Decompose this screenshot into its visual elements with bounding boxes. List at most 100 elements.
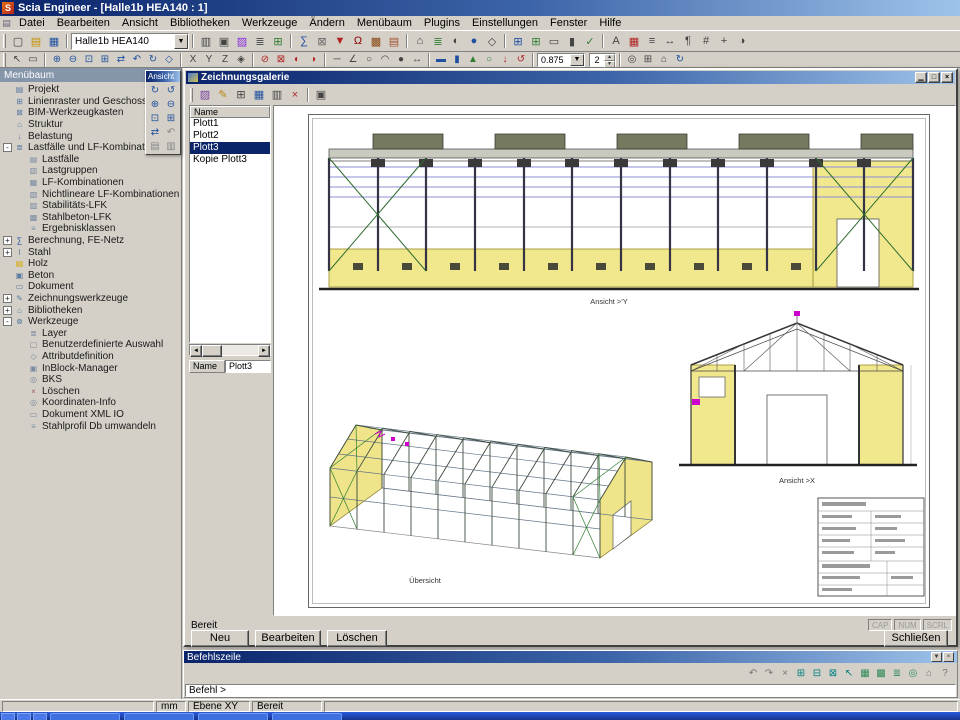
open-icon[interactable]: ▤ xyxy=(27,33,45,50)
minimize-button[interactable]: ▁ xyxy=(915,72,927,83)
perspective-icon[interactable]: ◇ xyxy=(161,53,177,67)
fe-mesh-icon[interactable]: ⊠ xyxy=(313,33,331,50)
zoom-in-icon[interactable]: ⊕ xyxy=(147,97,163,111)
new-button[interactable]: Neu xyxy=(191,630,249,647)
visibility-icon[interactable]: ● xyxy=(465,33,483,50)
ansicht-palette-title[interactable]: Ansicht xyxy=(146,71,180,82)
polyline-icon[interactable]: ∠ xyxy=(345,53,361,67)
line-icon[interactable]: ─ xyxy=(329,53,345,67)
toolbar-grip[interactable] xyxy=(3,53,6,67)
tree-item[interactable]: ▤ Holz xyxy=(0,258,181,270)
menu-item[interactable]: Hilfe xyxy=(593,17,627,29)
tree-item[interactable]: + I Stahl xyxy=(0,246,181,258)
taskbar-button[interactable] xyxy=(198,713,268,720)
node-icon[interactable]: ● xyxy=(393,53,409,67)
concrete-check-icon[interactable]: ▩ xyxy=(367,33,385,50)
spinner-down-icon[interactable]: ▼ xyxy=(604,61,615,68)
view-x-icon[interactable]: X xyxy=(185,53,201,67)
point-load-icon[interactable]: ↓ xyxy=(497,53,513,67)
invert-selection-icon[interactable]: ⊠ xyxy=(825,666,841,681)
member-icon[interactable]: ▬ xyxy=(433,53,449,67)
check-icon[interactable]: ✓ xyxy=(581,33,599,50)
tree-item[interactable]: ▣ InBlock-Manager xyxy=(0,362,181,374)
redo-icon[interactable]: ↷ xyxy=(761,666,777,681)
previous-view-icon[interactable]: ↶ xyxy=(129,53,145,67)
select-rect-icon[interactable]: ▭ xyxy=(25,53,41,67)
tree-item[interactable]: ≣ Layer xyxy=(0,327,181,339)
menu-item[interactable]: Fenster xyxy=(544,17,593,29)
menu-item[interactable]: Plugins xyxy=(418,17,466,29)
close-button[interactable]: Schließen xyxy=(884,630,948,647)
zoom-all-icon[interactable]: ⊞ xyxy=(97,53,113,67)
menu-item[interactable]: Ändern xyxy=(303,17,350,29)
spinner-up-icon[interactable]: ▲ xyxy=(604,54,615,61)
tree-expand-toggle[interactable]: - xyxy=(3,317,12,326)
delete-picture-icon[interactable]: × xyxy=(286,86,304,103)
color-icon[interactable]: ▦ xyxy=(625,33,643,50)
view-z-icon[interactable]: Z xyxy=(217,53,233,67)
refresh-icon[interactable]: ↻ xyxy=(672,53,688,67)
close-button[interactable]: × xyxy=(941,72,953,83)
print-picture-icon[interactable]: ▥ xyxy=(268,86,286,103)
pan-icon[interactable]: ⇄ xyxy=(113,53,129,67)
edit-button[interactable]: Bearbeiten xyxy=(255,630,321,647)
gallery-list-item[interactable]: Plott1 xyxy=(190,118,270,130)
tree-item[interactable]: ▭ Dokument XML IO xyxy=(0,409,181,421)
previous-selection-icon[interactable]: ↖ xyxy=(841,666,857,681)
redraw-icon[interactable]: ↻ xyxy=(145,53,161,67)
undo-icon[interactable]: ↶ xyxy=(745,666,761,681)
table-composer-icon[interactable]: ⊞ xyxy=(269,33,287,50)
project-combo[interactable]: Halle1b HEA140 ▼ xyxy=(71,33,189,50)
zoom-window-icon[interactable]: ⊡ xyxy=(81,53,97,67)
help-icon[interactable]: ? xyxy=(937,666,953,681)
surface-render-icon[interactable]: ◐ xyxy=(289,53,305,67)
timber-check-icon[interactable]: ▤ xyxy=(385,33,403,50)
tree-item[interactable]: ▧ Nichtlineare LF-Kombinationen xyxy=(0,188,181,200)
toolbar-grip[interactable] xyxy=(190,88,193,102)
calculation-icon[interactable]: ∑ xyxy=(295,33,313,50)
taskbar-button[interactable] xyxy=(50,713,120,720)
tree-item[interactable]: ▦ LF-Kombinationen xyxy=(0,177,181,189)
save-icon[interactable]: ▦ xyxy=(45,33,63,50)
scale-combo[interactable]: 0.875 ▼ xyxy=(537,53,585,67)
save-picture-icon[interactable]: ▦ xyxy=(250,86,268,103)
document-icon[interactable]: ≣ xyxy=(251,33,269,50)
steel-check-icon[interactable]: Ω xyxy=(349,33,367,50)
line-style-icon[interactable]: ≡ xyxy=(643,33,661,50)
edit-picture-icon[interactable]: ✎ xyxy=(214,86,232,103)
tree-item[interactable]: - ⊗ Werkzeuge xyxy=(0,316,181,328)
layers-icon[interactable]: ≣ xyxy=(889,666,905,681)
gallery-list-item[interactable]: Kopie Plott3 xyxy=(190,154,270,166)
snap-mode-icon[interactable]: ◎ xyxy=(905,666,921,681)
scroll-left-icon[interactable]: ◄ xyxy=(190,345,202,357)
axonometric-view-icon[interactable]: ◈ xyxy=(233,53,249,67)
copy-picture-icon[interactable]: ⊞ xyxy=(232,86,250,103)
quick-launch-icon[interactable] xyxy=(33,713,47,720)
grid-icon[interactable]: ⊞ xyxy=(640,53,656,67)
menu-item[interactable]: Datei xyxy=(13,17,51,29)
picture-name-field[interactable]: Plott3 xyxy=(225,360,271,373)
deselect-icon[interactable]: ⊟ xyxy=(809,666,825,681)
command-input[interactable]: Befehl > xyxy=(185,684,956,697)
tree-expand-toggle[interactable]: + xyxy=(3,236,12,245)
pin-button[interactable]: ▼ xyxy=(931,652,942,662)
menu-item[interactable]: Menübaum xyxy=(351,17,418,29)
tree-item[interactable]: ▥ Lastgruppen xyxy=(0,165,181,177)
rotate-icon[interactable]: ↺ xyxy=(163,83,179,97)
coordinates-icon[interactable]: ⌂ xyxy=(921,666,937,681)
tree-item[interactable]: + ⌂ Bibliotheken xyxy=(0,304,181,316)
menu-item[interactable]: Ansicht xyxy=(116,17,164,29)
mesh-icon[interactable]: ▩ xyxy=(873,666,889,681)
tree-item[interactable]: + ∑ Berechnung, FE-Netz xyxy=(0,235,181,247)
delete-button[interactable]: Löschen xyxy=(327,630,387,647)
clipping-box-icon[interactable]: ⊘ xyxy=(257,53,273,67)
count-spinner[interactable]: 2 ▲▼ xyxy=(589,53,616,67)
wizard-icon[interactable]: ▣ xyxy=(312,86,330,103)
gallery-titlebar[interactable]: Zeichnungsgalerie ▁□× xyxy=(186,71,955,84)
tree-item[interactable]: ▤ Lastfälle xyxy=(0,154,181,166)
command-line-titlebar[interactable]: Befehlszeile ▼× xyxy=(184,651,957,663)
zoom-in-icon[interactable]: ⊕ xyxy=(49,53,65,67)
print-icon[interactable]: ▥ xyxy=(197,33,215,50)
page-setup-icon[interactable]: ▤ xyxy=(147,139,163,153)
mdi-document-icon[interactable]: ▤ xyxy=(0,18,13,29)
